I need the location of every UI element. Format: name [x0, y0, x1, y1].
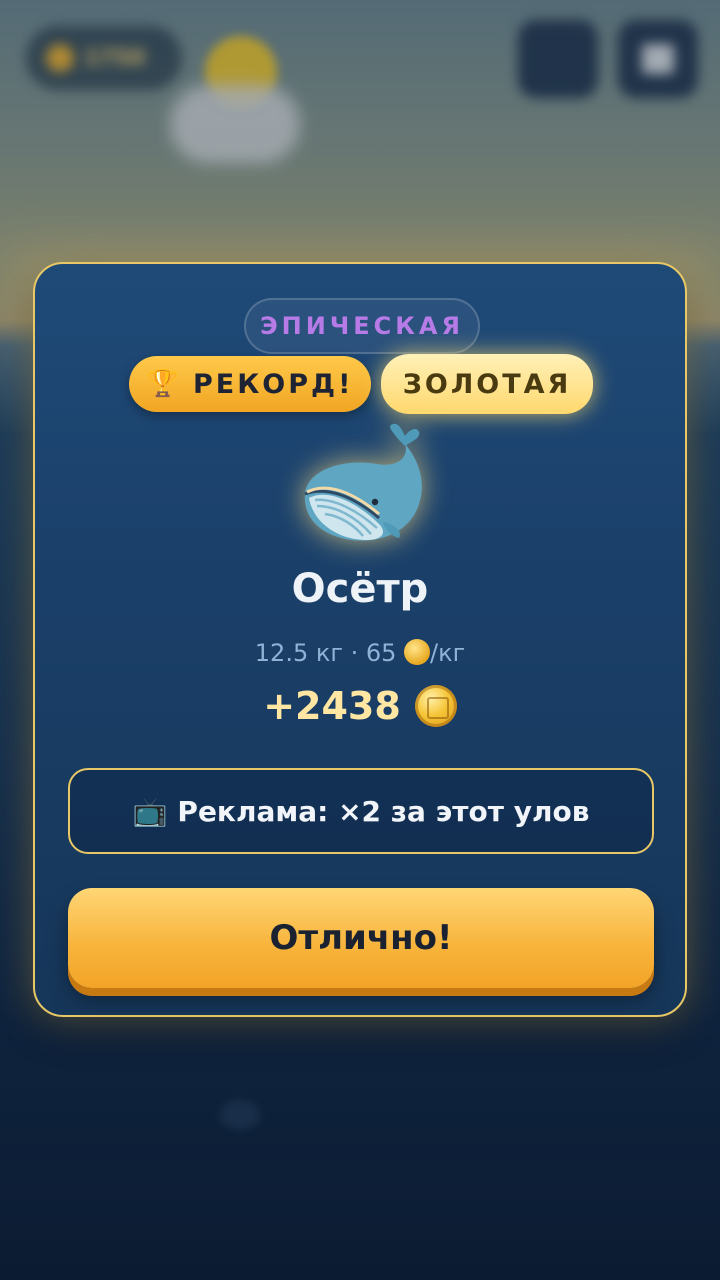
record-label: РЕКОРД!	[192, 368, 354, 400]
record-badge: 🏆 РЕКОРД!	[129, 356, 371, 412]
fish-name: Осётр	[291, 566, 429, 612]
rarity-badge: ЭПИЧЕСКАЯ	[244, 298, 480, 354]
confirm-button[interactable]: Отлично!	[68, 888, 654, 988]
tv-icon: 📺	[132, 794, 168, 828]
ad-button-label: Реклама: ×2 за этот улов	[177, 794, 590, 828]
fish-stats: 12.5 кг · 65 /кг	[35, 639, 685, 667]
whale-icon	[304, 423, 422, 541]
golden-badge: ЗОЛОТАЯ	[381, 354, 593, 414]
coin-icon	[404, 639, 431, 665]
reward-value: +2438	[263, 684, 401, 728]
fish-weight-price: 12.5 кг · 65	[254, 639, 405, 667]
coin-icon	[414, 685, 457, 727]
catch-result-dialog: ЭПИЧЕСКАЯ 🏆 РЕКОРД! ЗОЛОТАЯ Осётр 12.5 к…	[33, 262, 687, 1017]
reward: +2438	[35, 684, 685, 728]
price-unit: /кг	[430, 639, 466, 667]
watch-ad-double-button[interactable]: 📺 Реклама: ×2 за этот улов	[68, 768, 654, 854]
trophy-icon: 🏆	[146, 369, 179, 399]
game-screen: 1750 ЭПИЧЕСКАЯ 🏆 РЕКОРД! ЗОЛОТАЯ Осётр 1…	[0, 0, 720, 1280]
